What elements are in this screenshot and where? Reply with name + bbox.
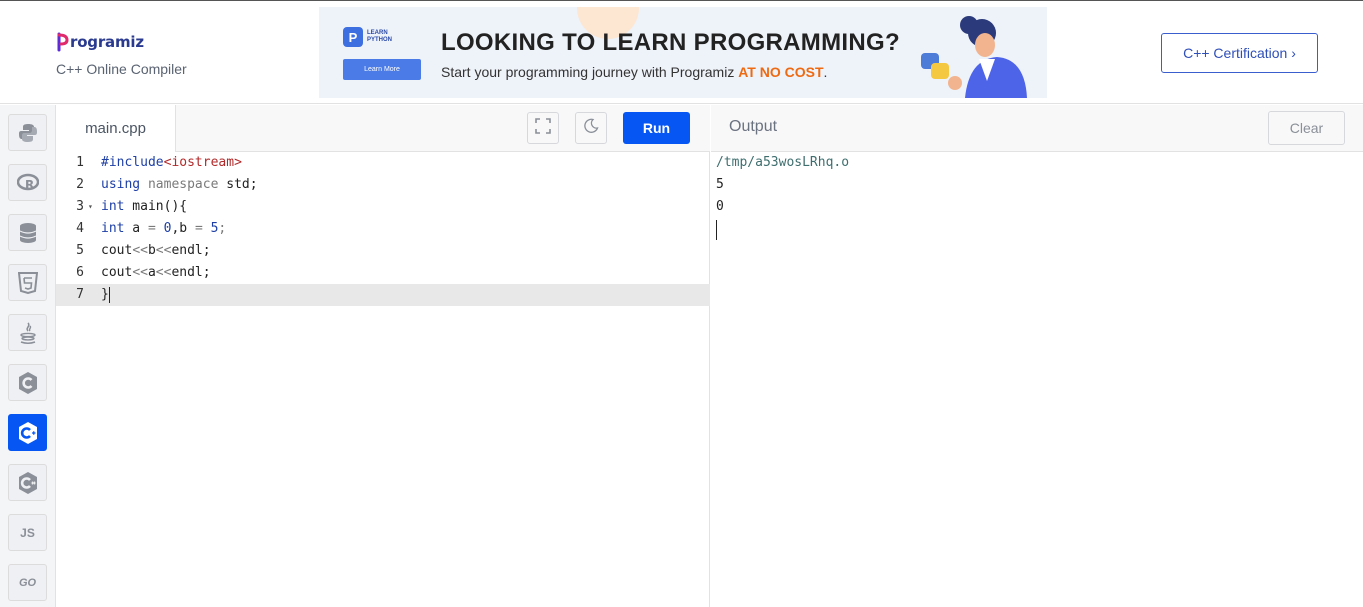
code-text: } bbox=[101, 286, 110, 303]
fullscreen-icon bbox=[535, 117, 551, 139]
page-subtitle: C++ Online Compiler bbox=[56, 61, 187, 77]
code-line: 3 ▾ int main(){ bbox=[56, 196, 710, 218]
output-line: 0 bbox=[716, 199, 724, 214]
code-line: 6 cout<<a<<endl; bbox=[56, 262, 710, 284]
app-root: rogramiz C++ Online Compiler P LEARN PYT… bbox=[0, 0, 1363, 607]
output-line: /tmp/a53wosLRhq.o bbox=[716, 155, 850, 170]
language-java[interactable] bbox=[8, 314, 47, 351]
line-number: 7 bbox=[76, 287, 84, 302]
language-cpp[interactable] bbox=[8, 414, 47, 451]
code-line: 4 int a = 0,b = 5; bbox=[56, 218, 710, 240]
code-text: int main(){ bbox=[101, 199, 188, 214]
code-line-active: 7 } bbox=[56, 284, 710, 306]
fullscreen-button[interactable] bbox=[527, 112, 559, 144]
python-icon bbox=[17, 122, 39, 144]
code-text: int a = 0,b = 5; bbox=[101, 221, 227, 236]
html5-icon bbox=[17, 271, 38, 294]
badge-line-1: LEARN bbox=[367, 30, 388, 36]
csharp-icon bbox=[17, 471, 39, 495]
code-text: cout<<b<<endl; bbox=[101, 243, 211, 258]
code-text: #include<iostream> bbox=[101, 155, 242, 170]
code-line: 5 cout<<b<<endl; bbox=[56, 240, 710, 262]
fold-arrow-icon[interactable]: ▾ bbox=[88, 196, 93, 218]
language-sidebar: R JS GO bbox=[0, 105, 56, 607]
cpp-certification-button[interactable]: C++ Certification › bbox=[1161, 33, 1318, 73]
svg-text:R: R bbox=[25, 178, 34, 192]
programiz-logo[interactable]: rogramiz bbox=[57, 30, 144, 54]
code-line: 2 using namespace std; bbox=[56, 174, 710, 196]
output-title: Output bbox=[729, 118, 778, 135]
tab-main-cpp[interactable]: main.cpp bbox=[56, 105, 176, 152]
database-icon bbox=[19, 222, 37, 244]
output-toolbar: Output Clear bbox=[711, 105, 1363, 152]
badge-line-2: PYTHON bbox=[367, 37, 393, 43]
output-pane: Output Clear /tmp/a53wosLRhq.o 5 0 bbox=[711, 105, 1363, 607]
language-javascript[interactable]: JS bbox=[8, 514, 47, 551]
ad-tagline-prefix: Start your programming journey with Prog… bbox=[441, 64, 739, 80]
learn-python-badge: P LEARN PYTHON bbox=[343, 27, 392, 47]
logo-text: rogramiz bbox=[70, 33, 144, 51]
c-icon bbox=[17, 371, 39, 395]
ad-tagline-suffix: . bbox=[823, 64, 828, 80]
ad-headline: LOOKING TO LEARN PROGRAMMING? bbox=[441, 29, 900, 56]
line-number: 1 bbox=[76, 155, 84, 170]
line-number: 2 bbox=[76, 177, 84, 192]
cpp-icon bbox=[17, 421, 39, 445]
r-icon: R bbox=[16, 172, 39, 194]
line-number: 6 bbox=[76, 265, 84, 280]
programiz-p-icon: P bbox=[343, 27, 363, 47]
programiz-logo-icon bbox=[57, 32, 69, 52]
ad-tagline-accent: AT NO COST bbox=[738, 64, 824, 80]
header: rogramiz C++ Online Compiler P LEARN PYT… bbox=[0, 1, 1363, 104]
clear-button[interactable]: Clear bbox=[1268, 111, 1345, 145]
go-icon: GO bbox=[18, 576, 37, 589]
language-python[interactable] bbox=[8, 114, 47, 151]
java-icon bbox=[18, 321, 38, 345]
language-c[interactable] bbox=[8, 364, 47, 401]
js-icon: JS bbox=[20, 525, 35, 540]
line-number: 4 bbox=[76, 221, 84, 236]
run-button[interactable]: Run bbox=[623, 112, 690, 144]
moon-icon bbox=[583, 118, 599, 139]
language-sql[interactable] bbox=[8, 214, 47, 251]
code-text: using namespace std; bbox=[101, 177, 258, 192]
advertisement-banner[interactable]: P LEARN PYTHON Learn More LOOKING TO LEA… bbox=[319, 7, 1047, 98]
code-area[interactable]: 1 #include<iostream> 2 using namespace s… bbox=[56, 152, 710, 306]
output-line: 5 bbox=[716, 177, 724, 192]
ad-illustration bbox=[917, 11, 1037, 98]
code-line: 1 #include<iostream> bbox=[56, 152, 710, 174]
ad-tagline: Start your programming journey with Prog… bbox=[441, 64, 827, 80]
code-text: cout<<a<<endl; bbox=[101, 265, 211, 280]
editor-toolbar: main.cpp Run bbox=[56, 105, 710, 152]
output-console[interactable]: /tmp/a53wosLRhq.o 5 0 bbox=[716, 152, 849, 240]
language-r[interactable]: R bbox=[8, 164, 47, 201]
line-number: 5 bbox=[76, 243, 84, 258]
language-html[interactable] bbox=[8, 264, 47, 301]
ad-badge-box: P LEARN PYTHON Learn More bbox=[343, 27, 421, 83]
language-csharp[interactable] bbox=[8, 464, 47, 501]
ad-learn-more-button[interactable]: Learn More bbox=[343, 59, 421, 80]
code-editor-pane: main.cpp Run 1 #include<iostream> 2 usin… bbox=[56, 105, 710, 607]
console-cursor bbox=[716, 220, 717, 240]
dark-mode-button[interactable] bbox=[575, 112, 607, 144]
line-number: 3 bbox=[76, 199, 84, 214]
text-cursor bbox=[108, 286, 110, 303]
language-go[interactable]: GO bbox=[8, 564, 47, 601]
